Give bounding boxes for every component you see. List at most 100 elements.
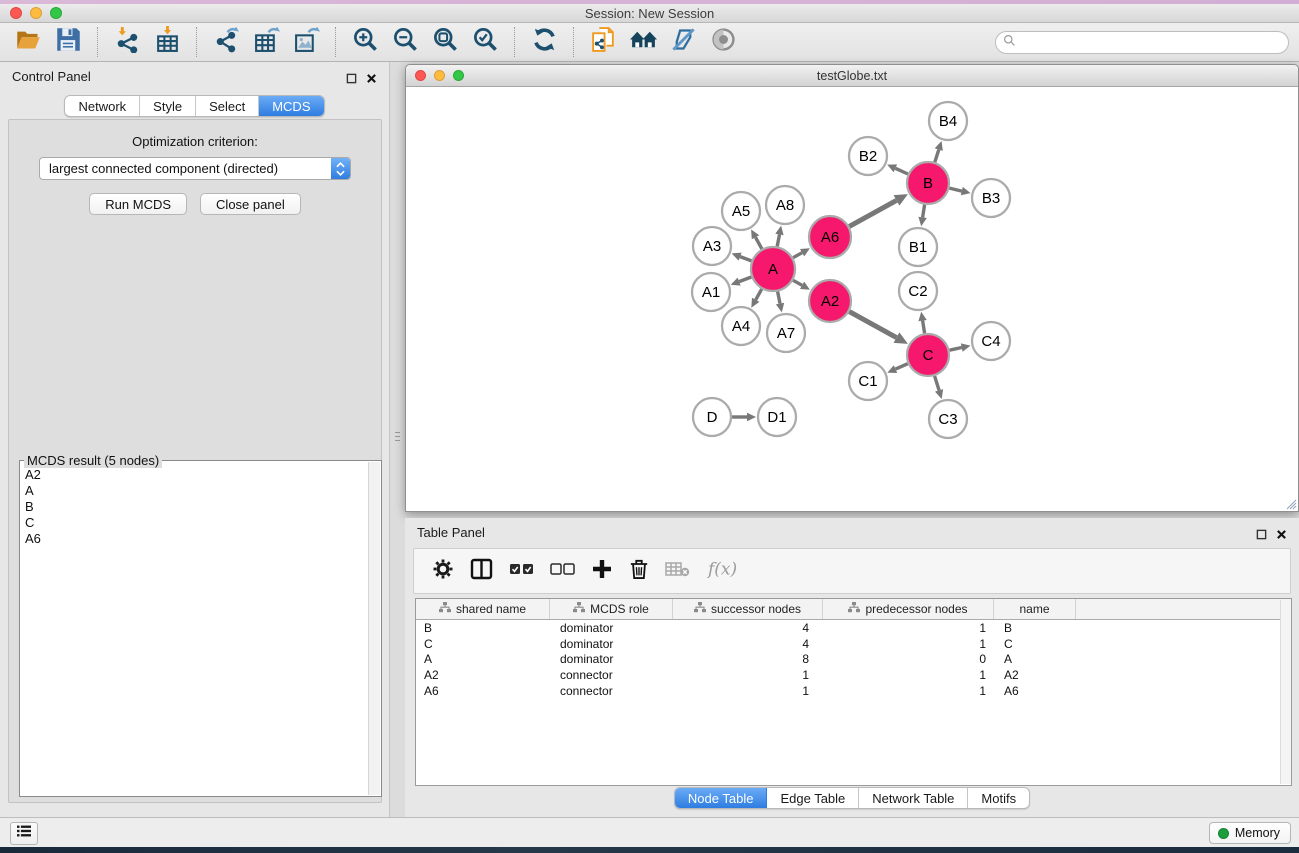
zoom-out-button[interactable]: [385, 25, 425, 59]
svg-text:B2: B2: [859, 148, 877, 165]
graph-node-D1[interactable]: D1: [758, 398, 796, 436]
column-header-MCDS-role[interactable]: MCDS role: [550, 599, 673, 619]
tab-select[interactable]: Select: [196, 96, 259, 116]
graph-node-B1[interactable]: B1: [899, 228, 937, 266]
export-network-button[interactable]: [206, 25, 246, 59]
function-builder-button: f(x): [706, 558, 742, 585]
graph-node-A8[interactable]: A8: [766, 186, 804, 224]
home-button[interactable]: [623, 25, 663, 59]
mcds-result-list[interactable]: A2ABCA6: [21, 462, 368, 795]
graph-node-A2[interactable]: A2: [809, 280, 851, 322]
toolbar-separator: [514, 27, 515, 57]
tab-mcds[interactable]: MCDS: [259, 96, 323, 116]
graph-node-C1[interactable]: C1: [849, 362, 887, 400]
eye-icon: [710, 26, 737, 58]
close-panel-icon[interactable]: [366, 71, 377, 82]
result-item[interactable]: C: [25, 515, 368, 531]
network-canvas[interactable]: A A1 A2 A3 A4 A5 A6 A7 A8 B B1 B2 B3 B4 C C1 C2 C3 C4 D D1: [407, 87, 1297, 510]
result-item[interactable]: A: [25, 483, 368, 499]
table-toolbar: f(x): [413, 548, 1291, 594]
optimization-criterion-select[interactable]: largest connected component (directed): [39, 157, 351, 180]
show-details-button[interactable]: [703, 25, 743, 59]
app-titlebar: Session: New Session: [0, 4, 1299, 23]
graph-node-C2[interactable]: C2: [899, 272, 937, 310]
tab-network-table[interactable]: Network Table: [859, 788, 968, 808]
cell-successor-nodes: 4: [673, 621, 823, 635]
list-icon: [16, 824, 32, 843]
cell-MCDS-role: connector: [550, 668, 673, 682]
run-mcds-button[interactable]: Run MCDS: [89, 193, 187, 215]
dropdown-stepper-icon: [331, 158, 350, 179]
refresh-button[interactable]: [524, 25, 564, 59]
graph-node-C[interactable]: C: [907, 334, 949, 376]
show-columns-button[interactable]: [470, 558, 493, 585]
resize-grip-icon[interactable]: [1284, 497, 1297, 510]
table-row[interactable]: A2connector11A2: [416, 667, 1291, 683]
delete-column-button[interactable]: [629, 558, 649, 585]
graph-node-A4[interactable]: A4: [722, 307, 760, 345]
graph-node-B3[interactable]: B3: [972, 179, 1010, 217]
zoom-fit-button[interactable]: [425, 25, 465, 59]
float-table-panel-icon[interactable]: [1256, 527, 1267, 538]
new-network-from-selection-button[interactable]: [583, 25, 623, 59]
column-header-successor-nodes[interactable]: successor nodes: [673, 599, 823, 619]
svg-text:C: C: [923, 347, 934, 364]
table-row[interactable]: A6connector11A6: [416, 683, 1291, 699]
memory-button[interactable]: Memory: [1209, 822, 1291, 844]
graph-node-B4[interactable]: B4: [929, 102, 967, 140]
panel-splitter[interactable]: [394, 425, 401, 447]
graph-node-B2[interactable]: B2: [849, 137, 887, 175]
node-table[interactable]: shared nameMCDS rolesuccessor nodesprede…: [415, 598, 1292, 786]
result-item[interactable]: A6: [25, 531, 368, 547]
network-window-titlebar[interactable]: testGlobe.txt: [406, 65, 1298, 87]
export-table-button[interactable]: [246, 25, 286, 59]
table-scrollbar[interactable]: [1280, 600, 1291, 784]
add-column-button[interactable]: [591, 558, 613, 585]
table-row[interactable]: Cdominator41C: [416, 636, 1291, 652]
cell-successor-nodes: 8: [673, 652, 823, 666]
graph-node-C3[interactable]: C3: [929, 400, 967, 438]
task-history-button[interactable]: [10, 822, 38, 845]
graph-node-A5[interactable]: A5: [722, 192, 760, 230]
column-header-shared-name[interactable]: shared name: [416, 599, 550, 619]
graph-node-A1[interactable]: A1: [692, 273, 730, 311]
result-item[interactable]: B: [25, 499, 368, 515]
close-table-panel-icon[interactable]: [1276, 527, 1287, 538]
tab-node-table[interactable]: Node Table: [675, 788, 768, 808]
svg-text:A7: A7: [777, 325, 795, 342]
graph-node-D[interactable]: D: [693, 398, 731, 436]
open-session-button[interactable]: [8, 25, 48, 59]
export-image-button[interactable]: [286, 25, 326, 59]
column-header-predecessor-nodes[interactable]: predecessor nodes: [823, 599, 994, 619]
tab-edge-table[interactable]: Edge Table: [767, 788, 859, 808]
hide-labels-button[interactable]: [663, 25, 703, 59]
table-row[interactable]: Bdominator41B: [416, 620, 1291, 636]
import-network-button[interactable]: [107, 25, 147, 59]
graph-node-A7[interactable]: A7: [767, 314, 805, 352]
tab-motifs[interactable]: Motifs: [968, 788, 1029, 808]
graph-node-A[interactable]: A: [751, 247, 795, 291]
import-table-button[interactable]: [147, 25, 187, 59]
zoom-selected-button[interactable]: [465, 25, 505, 59]
tab-style[interactable]: Style: [140, 96, 196, 116]
result-scrollbar[interactable]: [368, 462, 380, 795]
export-image-icon: [293, 26, 320, 58]
select-all-rows-button[interactable]: [509, 558, 534, 585]
svg-text:A6: A6: [821, 229, 839, 246]
table-row[interactable]: Adominator80A: [416, 652, 1291, 668]
tab-network[interactable]: Network: [65, 96, 140, 116]
search-input[interactable]: [995, 31, 1289, 54]
result-item[interactable]: A2: [25, 467, 368, 483]
graph-node-C4[interactable]: C4: [972, 322, 1010, 360]
table-settings-button[interactable]: [432, 558, 454, 585]
graph-node-A3[interactable]: A3: [693, 227, 731, 265]
graph-node-A6[interactable]: A6: [809, 216, 851, 258]
import-table-icon: [154, 26, 181, 58]
close-panel-button[interactable]: Close panel: [200, 193, 301, 215]
zoom-in-button[interactable]: [345, 25, 385, 59]
save-session-button[interactable]: [48, 25, 88, 59]
graph-node-B[interactable]: B: [907, 162, 949, 204]
deselect-all-rows-button[interactable]: [550, 558, 575, 585]
float-panel-icon[interactable]: [346, 71, 357, 82]
column-header-name[interactable]: name: [994, 599, 1076, 619]
